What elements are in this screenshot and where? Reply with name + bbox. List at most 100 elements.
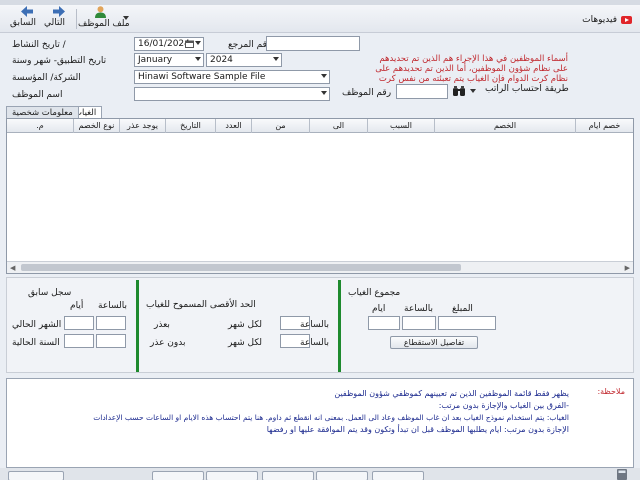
- column-header[interactable]: التاريخ: [165, 119, 215, 133]
- bottom-button[interactable]: [8, 471, 64, 480]
- arrow-left-icon: [21, 6, 33, 17]
- activity-date-field[interactable]: 16/01/2024: [134, 37, 204, 51]
- user-icon: [94, 6, 106, 18]
- grid-header: خصم ايام الخصم السبب الى من العدد التاري…: [7, 119, 633, 133]
- prev-days-label: أيام: [70, 301, 84, 311]
- total-days-label: ايام: [372, 304, 386, 314]
- activity-date-value: 16/01/2024: [138, 39, 190, 49]
- per-month-label: لكل شهر: [228, 320, 263, 330]
- green-divider: [136, 280, 139, 372]
- calculator-icon[interactable]: [616, 468, 628, 480]
- column-header[interactable]: الى: [309, 119, 367, 133]
- previous-button[interactable]: السابق: [10, 6, 44, 32]
- column-header[interactable]: السبب: [367, 119, 434, 133]
- column-header[interactable]: الخصم: [434, 119, 575, 133]
- total-hours-field[interactable]: [402, 316, 436, 330]
- bottom-button[interactable]: [372, 471, 424, 480]
- activity-date-label: / تاريخ النشاط: [12, 40, 66, 50]
- bottom-button[interactable]: [316, 471, 368, 480]
- next-button[interactable]: التالي: [44, 6, 74, 32]
- year-value: 2024: [210, 55, 233, 65]
- per-month-label: لكل شهر: [228, 338, 263, 348]
- previous-record-title: سجل سابق: [28, 288, 72, 298]
- chevron-down-icon: [273, 57, 279, 61]
- toolbar: السابق التالي ملف الموظف فيديوهات: [0, 5, 640, 33]
- with-excuse-label: بعذر: [154, 320, 170, 330]
- prev-hours-label: بالساعة: [98, 301, 127, 311]
- current-month-days-field[interactable]: [64, 316, 94, 330]
- notes-panel: ملاحظة: يظهر فقط قائمة الموظفين الذين تم…: [6, 378, 634, 468]
- max-hours-label: بالساعة: [300, 338, 329, 348]
- current-year-days-field[interactable]: [64, 334, 94, 348]
- note-line: الغياب: يتم استخدام نموذج الغياب بعد ان …: [93, 413, 569, 422]
- current-month-hours-field[interactable]: [96, 316, 126, 330]
- notes-title: ملاحظة:: [597, 387, 625, 396]
- month-select[interactable]: January: [134, 53, 204, 67]
- scroll-right-icon[interactable]: ▶: [625, 264, 630, 272]
- employee-name-select[interactable]: [134, 87, 330, 101]
- company-select[interactable]: Hinawi Software Sample File: [134, 70, 330, 84]
- note-line: يظهر فقط قائمة الموظفين الذين تم تعيينهم…: [334, 389, 569, 398]
- reference-input[interactable]: [266, 36, 360, 51]
- note-line: -الفرق بين الغياب والإجازة بدون مرتب:: [438, 401, 569, 410]
- employee-name-label: اسم الموظف: [12, 90, 63, 100]
- red-note-line: أسماء الموظفين في هذا الإجراء هم الذين ت…: [379, 54, 568, 64]
- deduction-details-button[interactable]: تفاصيل الاستقطاع: [390, 336, 478, 349]
- column-header[interactable]: من: [251, 119, 309, 133]
- apply-date-label: تاريخ التطبيق- شهر وسنة: [12, 56, 107, 66]
- employee-no-label: رقم الموظف: [342, 88, 392, 98]
- company-label: الشركة/ المؤسسة: [12, 73, 81, 83]
- videos-link[interactable]: فيديوهات: [582, 15, 632, 25]
- calendar-icon: [185, 40, 194, 48]
- horizontal-scrollbar[interactable]: ◀ ▶: [7, 261, 633, 273]
- toolbar-separator: [76, 9, 77, 29]
- red-note-line: على نظام شؤون الموظفين، أما الذين تم تحد…: [375, 64, 568, 74]
- absence-grid[interactable]: خصم ايام الخصم السبب الى من العدد التاري…: [6, 118, 634, 274]
- column-header[interactable]: يوجد عذر: [119, 119, 165, 133]
- toolbar-dropdown-arrow[interactable]: [123, 16, 129, 20]
- current-year-label: السنة الحالية: [12, 338, 60, 348]
- bottom-button[interactable]: [152, 471, 204, 480]
- company-value: Hinawi Software Sample File: [138, 72, 266, 82]
- bottom-button[interactable]: [262, 471, 314, 480]
- employee-file-label: ملف الموظف: [78, 19, 130, 29]
- current-year-hours-field[interactable]: [96, 334, 126, 348]
- column-header[interactable]: م.: [7, 119, 73, 133]
- binoculars-icon: [453, 86, 465, 96]
- max-hours-label: بالساعة: [300, 320, 329, 330]
- note-line: الإجازة بدون مرتب: ايام يطلبها الموظف قب…: [266, 425, 569, 434]
- bottom-button[interactable]: [206, 471, 258, 480]
- amount-label: المبلغ: [452, 304, 473, 314]
- without-excuse-label: بدون عذر: [150, 338, 186, 348]
- employee-file-button[interactable]: ملف الموظف: [78, 6, 130, 32]
- chevron-down-icon: [321, 91, 327, 95]
- scroll-left-icon[interactable]: ◀: [10, 264, 15, 272]
- total-amount-field[interactable]: [438, 316, 496, 330]
- next-label: التالي: [44, 18, 65, 28]
- employee-dropdown-button[interactable]: [470, 86, 478, 96]
- chevron-down-icon: [195, 57, 201, 61]
- green-divider: [338, 280, 341, 372]
- red-info-note: أسماء الموظفين في هذا الإجراء هم الذين ت…: [340, 54, 568, 84]
- red-note-line: نظام كرت الدوام فإن الغياب يتم تعبئته من…: [378, 74, 568, 84]
- binoculars-search-button[interactable]: [452, 85, 466, 97]
- column-header[interactable]: خصم ايام: [575, 119, 633, 133]
- chevron-down-icon: [195, 41, 201, 45]
- videos-label: فيديوهات: [582, 15, 617, 25]
- column-header[interactable]: العدد: [215, 119, 251, 133]
- column-header[interactable]: نوع الخصم: [73, 119, 119, 133]
- chevron-down-icon: [321, 74, 327, 78]
- previous-label: السابق: [10, 18, 37, 28]
- year-select[interactable]: 2024: [206, 53, 282, 67]
- max-allowed-title: الحد الأقصى المسموح للغياب: [146, 300, 256, 310]
- arrow-right-icon: [53, 6, 65, 17]
- reference-label: رقم المرجع: [228, 40, 272, 50]
- current-month-label: الشهر الحالي: [12, 320, 62, 330]
- absence-total-title: مجموع الغياب: [348, 288, 401, 298]
- total-hours-label: بالساعة: [404, 304, 433, 314]
- salary-calc-label: طريقة احتساب الراتب: [485, 84, 569, 94]
- scrollbar-thumb[interactable]: [21, 264, 461, 271]
- employee-no-input[interactable]: [396, 84, 448, 99]
- total-days-field[interactable]: [368, 316, 400, 330]
- month-value: January: [138, 55, 173, 65]
